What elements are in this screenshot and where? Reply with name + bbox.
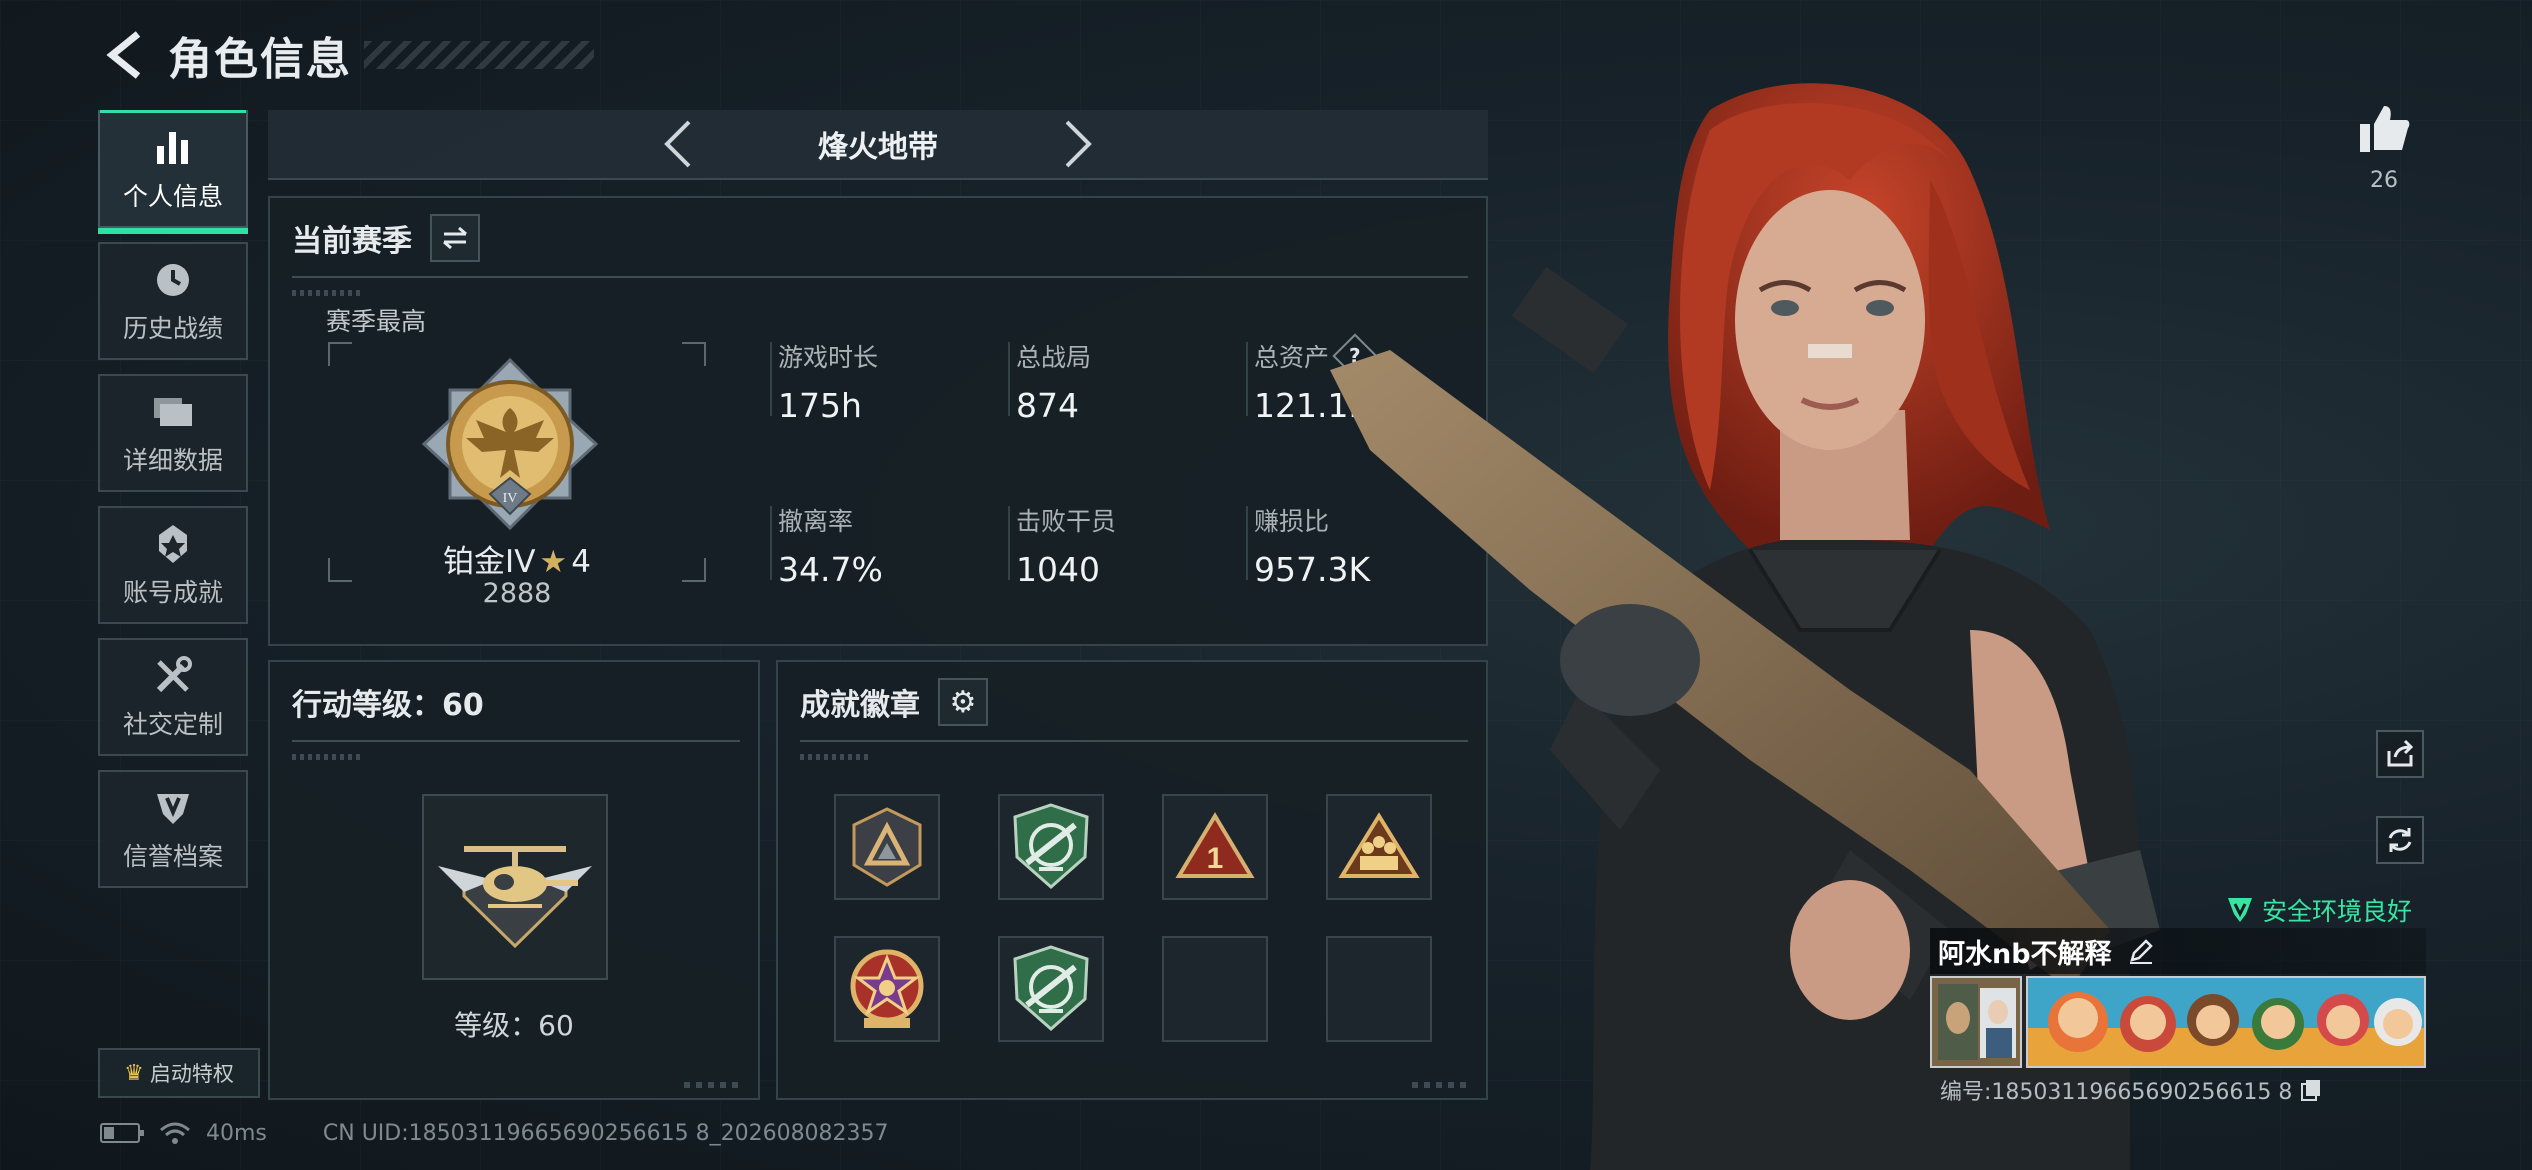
shield-icon (150, 785, 196, 831)
swap-icon (443, 226, 467, 250)
level-panel: 行动等级：60 等级：60 (268, 660, 760, 1100)
helicopter-emblem-icon (438, 846, 592, 949)
star-medal-badge-icon (850, 949, 924, 1028)
decoration (292, 290, 362, 296)
level-header: 行动等级：60 (270, 662, 758, 742)
mode-title: 烽火地带 (818, 130, 938, 165)
chevron-left-icon (664, 120, 691, 168)
launch-privilege-button[interactable]: ♛ 启动特权 (98, 1048, 260, 1098)
sidebar-item-personal-info[interactable]: 个人信息 (98, 110, 248, 234)
shield-check-icon (2228, 898, 2252, 922)
clock-icon (150, 257, 196, 303)
season-title: 当前赛季 (292, 224, 412, 259)
share-button[interactable] (2376, 730, 2424, 778)
stat-total-matches: 总战局 874 (1007, 338, 1091, 425)
stat-kills: 击败干员 1040 (1007, 502, 1116, 589)
player-name: 阿水nb不解释 (1938, 938, 2112, 970)
prev-mode-button[interactable] (648, 114, 708, 174)
profile-banner[interactable] (2026, 976, 2426, 1068)
back-button[interactable] (96, 25, 156, 85)
edit-name-icon[interactable] (2128, 938, 2154, 964)
mode-selector: 烽火地带 (268, 110, 1488, 180)
achievement-badge[interactable]: 1 (1162, 794, 1268, 900)
sidebar-item-detailed-data[interactable]: 详细数据 (98, 374, 248, 492)
wrench-icon (150, 653, 196, 699)
decoration (292, 754, 362, 760)
decoration (684, 1082, 744, 1088)
season-header: 当前赛季 (270, 198, 1486, 278)
like-count: 26 (2370, 168, 2398, 193)
like-button[interactable]: 26 (2354, 104, 2414, 193)
rank-name: 铂金IV ★ 4 (443, 544, 591, 580)
switch-season-button[interactable] (430, 214, 480, 262)
gear-icon: ⚙ (949, 684, 977, 720)
crown-icon: ♛ (124, 1060, 144, 1086)
star-icon: ★ (539, 544, 568, 580)
season-best-label: 赛季最高 (326, 307, 427, 336)
frame-corner (328, 342, 352, 366)
empty-badge-slot[interactable] (1162, 936, 1268, 1042)
divider (292, 276, 1468, 278)
svg-text:1: 1 (1207, 842, 1224, 875)
next-mode-button[interactable] (1048, 114, 1108, 174)
thumbs-up-icon (2360, 106, 2410, 152)
sidebar-item-label: 详细数据 (122, 446, 223, 475)
ping-value: 40ms (206, 1120, 267, 1146)
green-shield-badge-icon (1013, 803, 1089, 890)
copy-icon[interactable] (2300, 1078, 2322, 1102)
green-shield-badge-icon (1013, 945, 1089, 1032)
stat-extraction-rate: 撤离率 34.7% (770, 502, 883, 589)
header: 角色信息 (96, 22, 594, 88)
frame-corner (682, 342, 706, 366)
bar-chart-icon (150, 125, 196, 171)
sidebar-item-history[interactable]: 历史战绩 (98, 242, 248, 360)
refresh-button[interactable] (2376, 816, 2424, 864)
title-decoration (364, 41, 594, 69)
achievement-settings-button[interactable]: ⚙ (938, 678, 988, 726)
back-arrow-icon (106, 31, 141, 79)
sidebar: 个人信息 历史战绩 详细数据 账号成就 社交定制 信誉档案 (98, 110, 248, 902)
sidebar-item-social[interactable]: 社交定制 (98, 638, 248, 756)
battery-icon (100, 1123, 144, 1143)
level-emblem-frame[interactable] (422, 794, 608, 980)
sidebar-item-label: 账号成就 (122, 578, 223, 607)
achievement-badge[interactable] (998, 794, 1104, 900)
sidebar-item-achievements[interactable]: 账号成就 (98, 506, 248, 624)
stat-play-time: 游戏时长 175h (769, 338, 878, 425)
avatar[interactable] (1930, 976, 2022, 1068)
share-icon (2387, 739, 2414, 767)
player-id: 编号:18503119665690256615 8 (1940, 1074, 2322, 1106)
level-label: 等级：60 (454, 1009, 574, 1042)
divider (292, 740, 740, 742)
achievement-icon (150, 521, 196, 567)
achievement-badge[interactable] (834, 794, 940, 900)
player-name-card: 阿水nb不解释 (1930, 928, 2426, 1068)
season-panel: 当前赛季 赛季最高 IV 铂金IV ★ 4 2888 游戏时长 175h 总战局 8… (268, 196, 1488, 646)
uid-text: CN UID:18503119665690256615 8_2026080823… (322, 1120, 889, 1146)
sidebar-item-label: 个人信息 (122, 182, 223, 211)
rank-emblem-icon: IV (421, 357, 599, 531)
status-bar: 40ms CN UID:18503119665690256615 8_20260… (100, 1120, 889, 1146)
wifi-icon (160, 1122, 190, 1144)
chevron-right-icon (1065, 120, 1092, 168)
sidebar-item-label: 信誉档案 (122, 842, 223, 871)
achievement-badge[interactable] (998, 936, 1104, 1042)
refresh-icon (2388, 828, 2412, 852)
svg-text:IV: IV (503, 491, 518, 506)
sidebar-item-reputation[interactable]: 信誉档案 (98, 770, 248, 888)
triangle-badge-icon (852, 807, 922, 887)
achievement-title: 成就徽章 (800, 688, 920, 723)
sidebar-item-label: 历史战绩 (122, 314, 223, 343)
page-title: 角色信息 (168, 34, 352, 85)
achievement-badge[interactable] (834, 936, 940, 1042)
rank-score: 2888 (482, 578, 552, 609)
number-one-badge-icon: 1 (1175, 812, 1255, 878)
sidebar-item-label: 社交定制 (122, 710, 223, 739)
folder-icon (150, 389, 196, 435)
decoration (800, 754, 870, 760)
rank-display: IV 铂金IV ★ 4 2888 (328, 342, 706, 609)
safety-status: 安全环境良好 (2226, 892, 2412, 928)
privilege-label: 启动特权 (149, 1062, 234, 1086)
level-title: 行动等级：60 (292, 688, 484, 723)
